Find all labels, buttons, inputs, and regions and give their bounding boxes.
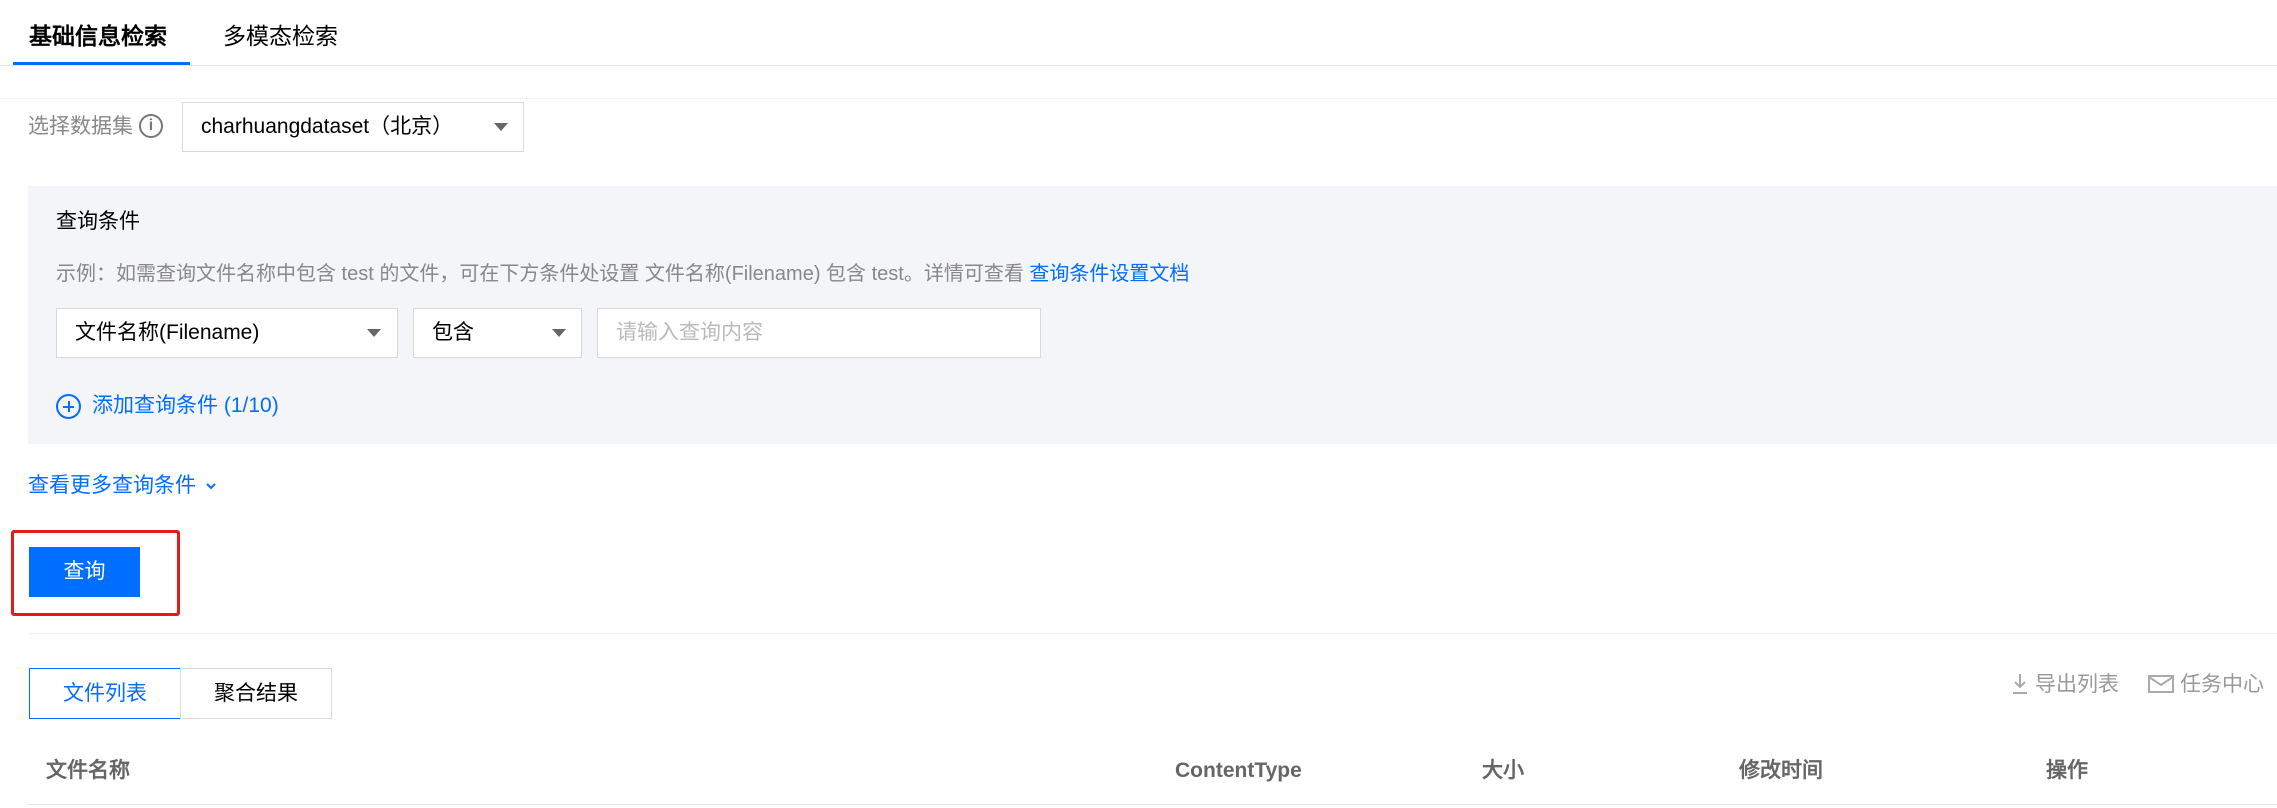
plus-circle-icon [56, 394, 81, 419]
dataset-select-value: charhuangdataset（北京） [201, 115, 454, 138]
export-list-button[interactable]: 导出列表 [2011, 672, 2119, 698]
condition-operator-select[interactable]: 包含 [413, 308, 582, 358]
chevron-down-icon [494, 123, 508, 131]
divider [0, 98, 2277, 99]
section-divider [28, 633, 2277, 634]
chevron-down-icon [552, 329, 566, 337]
condition-value-placeholder: 请输入查询内容 [616, 321, 763, 344]
tab-multimodal-search[interactable]: 多模态检索 [223, 22, 338, 50]
condition-operator-value: 包含 [432, 321, 474, 344]
condition-field-select[interactable]: 文件名称(Filename) [56, 308, 398, 358]
export-list-label: 导出列表 [2035, 673, 2119, 696]
query-doc-link[interactable]: 查询条件设置文档 [1029, 263, 1189, 285]
add-condition-label: 添加查询条件 (1/10) [92, 394, 279, 417]
tab-bar: 基础信息检索 多模态检索 [0, 0, 2277, 66]
column-header-size[interactable]: 大小 [1482, 758, 1524, 784]
download-icon [2013, 674, 2027, 694]
tab-basic-search[interactable]: 基础信息检索 [29, 22, 167, 50]
task-center-button[interactable]: 任务中心 [2148, 672, 2264, 698]
chevron-down-icon [367, 329, 381, 337]
column-header-filename[interactable]: 文件名称 [46, 758, 130, 784]
tab-file-list[interactable]: 文件列表 [29, 668, 181, 719]
query-panel-title: 查询条件 [56, 210, 140, 233]
table-header-divider [28, 804, 2277, 805]
query-hint: 示例：如需查询文件名称中包含 test 的文件，可在下方条件处设置 文件名称(F… [56, 261, 1189, 287]
more-conditions-link[interactable]: 查看更多查询条件 [28, 473, 218, 499]
dataset-select[interactable]: charhuangdataset（北京） [182, 102, 524, 152]
mail-icon [2148, 675, 2174, 693]
active-tab-indicator [13, 62, 190, 65]
dataset-label: 选择数据集 [28, 115, 133, 138]
query-button[interactable]: 查询 [29, 547, 140, 597]
info-circle-icon[interactable]: i [139, 114, 163, 138]
task-center-label: 任务中心 [2180, 673, 2264, 696]
condition-value-input[interactable]: 请输入查询内容 [597, 308, 1041, 358]
column-header-actions: 操作 [2046, 759, 2088, 782]
chevron-down-icon [206, 483, 216, 490]
column-header-modified-time[interactable]: 修改时间 [1739, 758, 1823, 784]
query-hint-text: 示例：如需查询文件名称中包含 test 的文件，可在下方条件处设置 文件名称(F… [56, 263, 1030, 285]
column-header-content-type[interactable]: ContentType [1175, 758, 1302, 784]
condition-field-value: 文件名称(Filename) [75, 321, 260, 344]
tab-aggregate-results[interactable]: 聚合结果 [180, 668, 332, 719]
more-conditions-label: 查看更多查询条件 [28, 474, 196, 497]
